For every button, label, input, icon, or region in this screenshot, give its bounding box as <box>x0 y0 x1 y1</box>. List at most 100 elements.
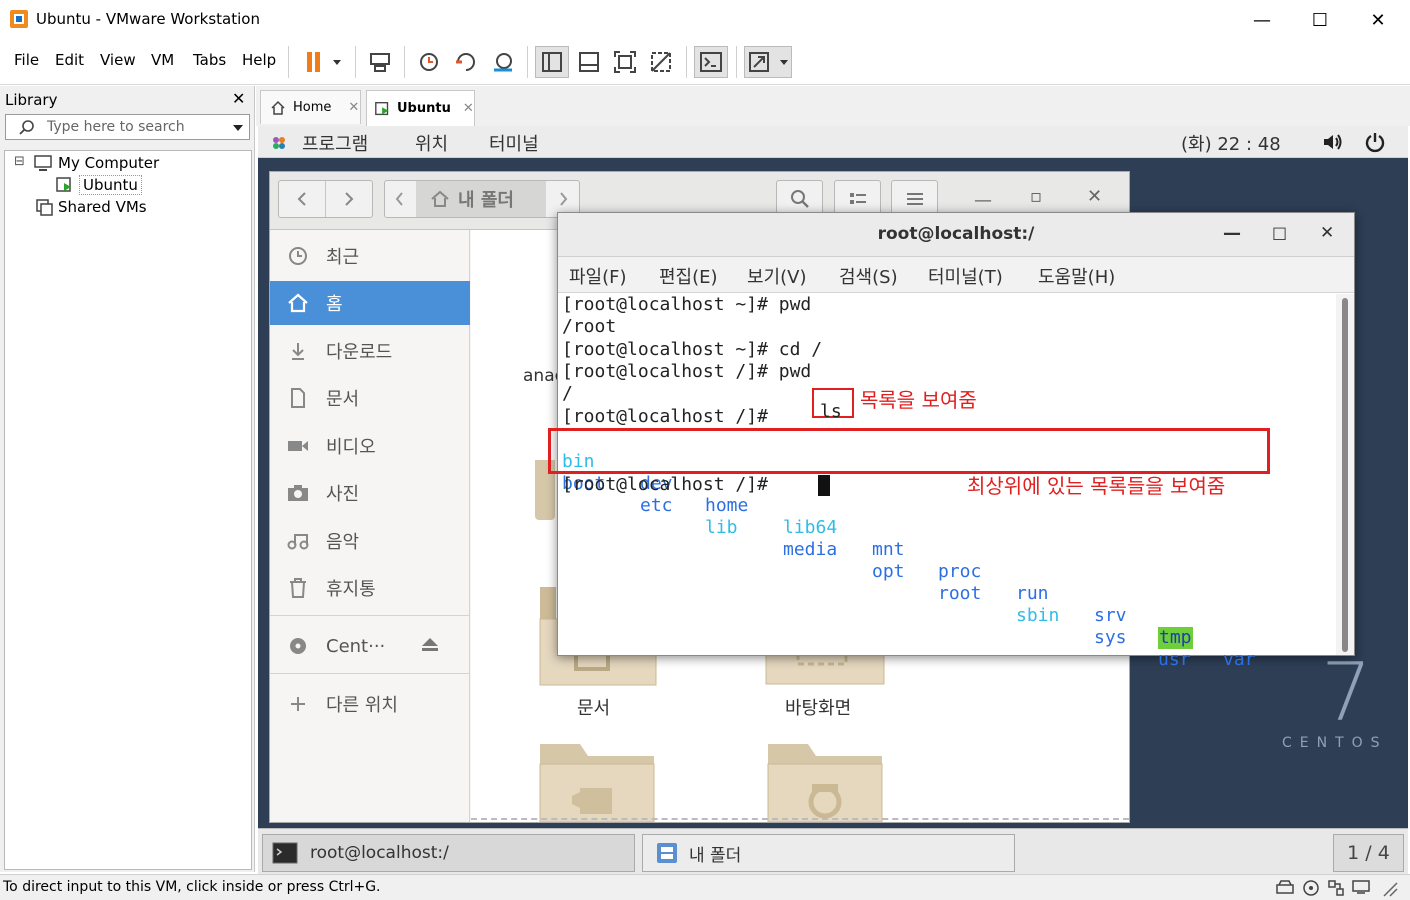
terminal-window[interactable]: root@localhost:/ — □ ✕ 파일(F) 편집(E) 보기(V)… <box>548 212 1355 670</box>
forward-icon[interactable] <box>326 181 373 217</box>
library-close-button[interactable]: ✕ <box>232 89 245 108</box>
clock[interactable]: (화) 22 : 48 <box>1181 130 1281 156</box>
video-icon <box>270 439 326 453</box>
sidebar-item-pictures[interactable]: 사진 <box>270 471 470 515</box>
terminal-close-button[interactable]: ✕ <box>1320 223 1334 243</box>
menu-programs[interactable]: 프로그램 <box>302 130 368 156</box>
close-button[interactable]: ✕ <box>1349 0 1407 40</box>
terminal-menu-view[interactable]: 보기(V) <box>747 263 806 289</box>
suspend-button[interactable] <box>296 46 346 78</box>
folder-pictures[interactable] <box>764 740 886 822</box>
menu-vm[interactable]: VM <box>151 51 174 69</box>
camera-icon <box>270 484 326 502</box>
sidebar-divider <box>270 615 470 616</box>
chevron-down-icon[interactable] <box>232 124 244 132</box>
ls-output-row: boot etc lib media opt root sbin sys usr <box>562 451 1191 670</box>
sidebar-item-recent[interactable]: 최근 <box>270 234 470 278</box>
network-icon[interactable] <box>1327 879 1345 897</box>
eject-icon[interactable] <box>420 637 440 653</box>
full-screen-icon[interactable] <box>608 46 642 78</box>
tree-shared-vms[interactable]: Shared VMs <box>58 198 147 216</box>
ls-entry: home <box>705 495 749 516</box>
minimize-button[interactable]: — <box>1233 0 1291 40</box>
taskbar-terminal[interactable]: root@localhost:/ <box>262 834 635 872</box>
display-icon[interactable] <box>1352 879 1370 895</box>
snapshot-manager-icon[interactable] <box>486 46 520 78</box>
maximize-button[interactable]: ☐ <box>1291 0 1349 40</box>
terminal-scrollbar[interactable] <box>1336 294 1354 655</box>
hard-disk-icon[interactable] <box>1276 879 1294 895</box>
document-icon <box>270 388 326 408</box>
cd-icon[interactable] <box>1302 879 1320 897</box>
sidebar-item-trash[interactable]: 휴지통 <box>270 566 470 610</box>
workspace-indicator[interactable]: 1 / 4 <box>1333 834 1404 872</box>
snapshot-icon[interactable] <box>412 46 446 78</box>
taskbar-files[interactable]: 내 폴더 <box>642 834 1015 872</box>
folder-label-documents: 문서 <box>577 698 611 719</box>
terminal-menu-terminal[interactable]: 터미널(T) <box>928 263 1003 289</box>
unity-mode-icon[interactable] <box>644 46 678 78</box>
sidebar-item-downloads[interactable]: 다운로드 <box>270 329 470 373</box>
thumbnail-bar-icon[interactable] <box>572 46 606 78</box>
path-left-icon[interactable] <box>394 192 404 206</box>
revert-snapshot-icon[interactable] <box>449 46 483 78</box>
files-minimize-icon[interactable]: — <box>974 190 992 211</box>
menu-help[interactable]: Help <box>242 51 276 69</box>
sidebar-item-music[interactable]: 음악 <box>270 519 470 563</box>
menu-terminal[interactable]: 터미널 <box>489 130 539 156</box>
send-ctrl-alt-del-icon[interactable] <box>363 46 397 78</box>
status-bar: To direct input to this VM, click inside… <box>0 874 1410 900</box>
download-icon <box>270 341 326 361</box>
sidebar-item-documents[interactable]: 문서 <box>270 376 470 420</box>
vm-screen[interactable]: 프로그램 위치 터미널 (화) 22 : 48 7 CENTOS 내 폴더 — … <box>258 126 1408 874</box>
ls-command: ls <box>812 388 854 422</box>
tree-expander[interactable]: ⊟ <box>14 154 25 169</box>
volume-icon[interactable] <box>1322 132 1344 152</box>
terminal-menu-search[interactable]: 검색(S) <box>839 263 898 289</box>
status-text: To direct input to this VM, click inside… <box>3 879 381 895</box>
toolbar-separator <box>527 46 528 78</box>
menu-tabs[interactable]: Tabs <box>193 51 226 69</box>
files-close-icon[interactable]: ✕ <box>1087 186 1102 207</box>
tab-home-close[interactable]: ✕ <box>348 100 359 115</box>
ls-entry-tmp: tmp <box>1158 627 1193 649</box>
resize-grip-icon[interactable] <box>1380 879 1398 897</box>
menu-places[interactable]: 위치 <box>415 130 448 156</box>
tab-ubuntu[interactable]: Ubuntu ✕ <box>366 90 475 126</box>
path-home-button[interactable]: 내 폴더 <box>416 181 546 217</box>
folder-label-desktop: 바탕화면 <box>785 698 852 719</box>
console-view-icon[interactable] <box>694 46 728 78</box>
centos-version: 7 <box>1321 646 1372 739</box>
sidebar-item-label: 문서 <box>326 389 360 410</box>
terminal-menu-help[interactable]: 도움말(H) <box>1038 263 1115 289</box>
terminal-menu-file[interactable]: 파일(F) <box>569 263 627 289</box>
terminal-body[interactable]: [root@localhost ~]# pwd /root [root@loca… <box>548 294 1336 670</box>
stretch-guest-icon[interactable] <box>744 46 792 78</box>
show-library-icon[interactable] <box>535 46 569 78</box>
tree-my-computer[interactable]: My Computer <box>58 154 159 172</box>
ls-entry: srv <box>1094 605 1127 626</box>
tab-home[interactable]: Home ✕ <box>260 90 361 124</box>
menu-view[interactable]: View <box>100 51 136 69</box>
sidebar-item-device[interactable]: Cent··· <box>270 624 470 668</box>
terminal-maximize-button[interactable]: □ <box>1272 223 1287 242</box>
power-icon[interactable] <box>1364 131 1386 153</box>
terminal-menubar: 파일(F) 편집(E) 보기(V) 검색(S) 터미널(T) 도움말(H) <box>558 257 1354 293</box>
back-icon[interactable] <box>279 181 326 217</box>
sidebar-item-videos[interactable]: 비디오 <box>270 424 470 468</box>
tab-ubuntu-close[interactable]: ✕ <box>463 101 474 116</box>
scrollbar-thumb[interactable] <box>1342 298 1348 652</box>
sidebar-item-home[interactable]: 홈 <box>270 281 470 325</box>
sidebar-item-other-locations[interactable]: 다른 위치 <box>270 682 470 726</box>
library-search-box[interactable]: Type here to search <box>5 114 250 140</box>
tree-ubuntu[interactable]: Ubuntu <box>79 175 142 195</box>
ls-entry: run <box>1016 583 1049 604</box>
menu-edit[interactable]: Edit <box>55 51 84 69</box>
search-input[interactable]: Type here to search <box>47 119 185 135</box>
path-right-icon[interactable] <box>559 192 569 206</box>
folder-videos[interactable] <box>536 740 658 822</box>
terminal-minimize-button[interactable]: — <box>1223 223 1241 244</box>
files-maximize-icon[interactable]: ▫ <box>1030 186 1042 207</box>
menu-file[interactable]: File <box>14 51 39 69</box>
terminal-menu-edit[interactable]: 편집(E) <box>659 263 718 289</box>
